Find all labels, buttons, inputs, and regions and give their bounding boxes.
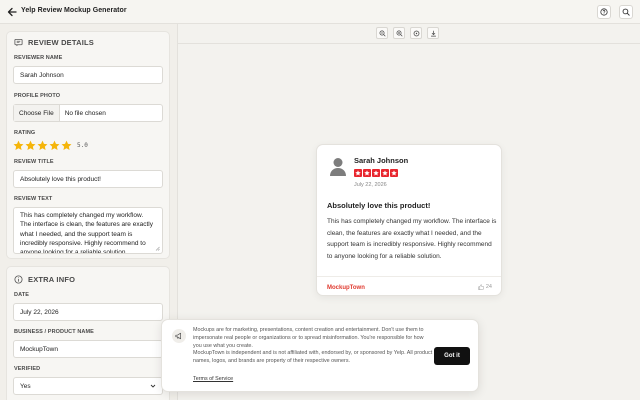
reviewer-name-input[interactable]: Sarah Johnson (13, 66, 163, 84)
info-icon (14, 275, 23, 284)
rating-label: RATING (14, 130, 36, 136)
zoom-reset-icon (413, 30, 419, 36)
verified-select[interactable]: Yes (13, 377, 163, 395)
zoom-out-button[interactable] (376, 27, 388, 39)
disclaimer-toast: Mockups are for marketing, presentations… (161, 319, 479, 392)
zoom-in-icon (396, 30, 403, 37)
review-details-header: REVIEW DETAILS (14, 38, 94, 47)
megaphone-icon (172, 329, 186, 343)
resize-handle-icon[interactable] (155, 246, 160, 251)
zoom-reset-button[interactable] (410, 27, 422, 39)
business-name-label: BUSINESS / PRODUCT NAME (14, 329, 94, 335)
review-title-input[interactable]: Absolutely love this product! (13, 170, 163, 188)
zoom-in-button[interactable] (393, 27, 405, 39)
choose-file-button[interactable]: Choose File (14, 105, 60, 121)
search-icon (622, 8, 630, 16)
extra-info-title: EXTRA INFO (28, 275, 76, 284)
review-title: Absolutely love this product! (327, 201, 431, 210)
download-button[interactable] (427, 27, 439, 39)
review-stars (354, 169, 399, 177)
sidebar: REVIEW DETAILS REVIEWER NAME Sarah Johns… (0, 24, 178, 400)
star-icon[interactable] (37, 140, 48, 151)
verified-value: Yes (20, 382, 31, 390)
reviewer-name: Sarah Johnson (354, 156, 409, 165)
reviewer-name-label: REVIEWER NAME (14, 55, 63, 61)
rating-stars[interactable]: 5.0 (13, 140, 88, 151)
business-name-input[interactable]: MockupTown (13, 340, 163, 358)
thumbs-up-icon (478, 284, 484, 290)
review-text-input[interactable]: This has completely changed my workflow.… (13, 207, 163, 254)
star-icon[interactable] (13, 140, 24, 151)
disclaimer-line-1: Mockups are for marketing, presentations… (193, 327, 424, 349)
chevron-down-icon (150, 384, 156, 388)
review-details-icon (14, 38, 23, 47)
review-title-label: REVIEW TITLE (14, 159, 54, 165)
disclaimer-text: Mockups are for marketing, presentations… (193, 327, 433, 366)
review-details-title: REVIEW DETAILS (28, 38, 94, 47)
no-file-text: No file chosen (64, 109, 106, 117)
canvas-toolbar (376, 27, 444, 39)
star-icon[interactable] (61, 140, 72, 151)
rating-value: 5.0 (77, 142, 88, 149)
toolbar-divider (178, 43, 640, 44)
zoom-out-icon (379, 30, 386, 37)
review-text-value: This has completely changed my workflow.… (20, 212, 153, 254)
star-icon (390, 169, 398, 177)
extra-info-header: EXTRA INFO (14, 275, 75, 284)
date-label: DATE (14, 292, 29, 298)
extra-info-panel: EXTRA INFO DATE July 22, 2026 BUSINESS /… (6, 266, 170, 400)
review-card: Sarah Johnson July 22, 2026 Absolutely l… (316, 144, 502, 296)
star-icon (372, 169, 380, 177)
download-icon (430, 30, 436, 37)
avatar-icon (330, 158, 346, 176)
review-text-label: REVIEW TEXT (14, 196, 53, 202)
profile-photo-input[interactable]: Choose File No file chosen (13, 104, 163, 122)
back-arrow-icon[interactable] (6, 6, 18, 18)
profile-photo-label: PROFILE PHOTO (14, 93, 61, 99)
got-it-button[interactable]: Got it (434, 347, 470, 365)
app-header: Yelp Review Mockup Generator (0, 0, 640, 24)
star-icon[interactable] (49, 140, 60, 151)
terms-of-service-link[interactable]: Terms of Service (193, 376, 233, 382)
review-body: This has completely changed my workflow.… (327, 218, 497, 260)
star-icon (381, 169, 389, 177)
review-date: July 22, 2026 (354, 182, 387, 188)
star-icon (363, 169, 371, 177)
review-details-panel: REVIEW DETAILS REVIEWER NAME Sarah Johns… (6, 31, 170, 259)
review-divider (317, 276, 501, 277)
app-title: Yelp Review Mockup Generator (21, 7, 127, 14)
brand-name: MockupTown (327, 285, 365, 291)
help-icon (600, 8, 608, 16)
help-button[interactable] (597, 5, 611, 19)
star-icon (354, 169, 362, 177)
disclaimer-line-2: MockupTown is independent and is not aff… (193, 350, 433, 365)
like-count: 24 (478, 284, 492, 290)
date-input[interactable]: July 22, 2026 (13, 303, 163, 321)
verified-label: VERIFIED (14, 366, 41, 372)
search-button[interactable] (619, 5, 633, 19)
like-count-value: 24 (485, 284, 492, 290)
star-icon[interactable] (25, 140, 36, 151)
